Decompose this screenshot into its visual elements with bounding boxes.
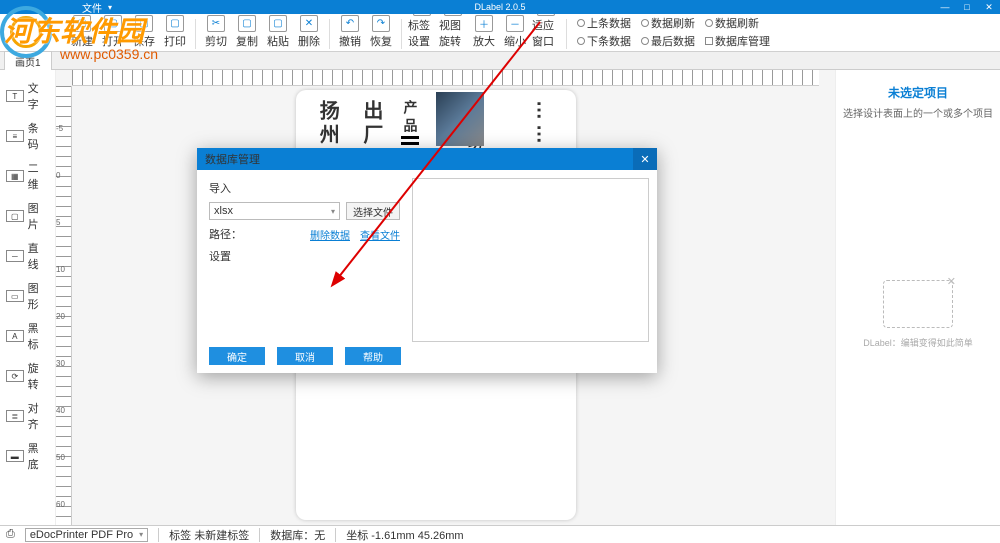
redo-icon: ↷	[372, 15, 390, 32]
open-button[interactable]: ▢打开	[99, 15, 127, 49]
ruler-horizontal	[72, 70, 819, 86]
save-button[interactable]: ▢保存	[130, 15, 158, 49]
window-close[interactable]: ✕	[978, 0, 1000, 14]
barcode-icon: ≡	[6, 130, 24, 142]
tool-image[interactable]: ▢图片	[0, 196, 55, 236]
print-button[interactable]: ▢打印	[161, 15, 189, 49]
delete-data-link[interactable]: 删除数据	[310, 227, 350, 242]
status-db: 数据库：无	[270, 527, 325, 543]
undo-icon: ↶	[341, 15, 359, 32]
toolbar: ▢新建 ▢打开 ▢保存 ▢打印 ✂剪切 ▢复制 ▢粘贴 ✕删除 ↶撤销 ↷恢复 …	[0, 14, 1000, 52]
zoomout-button[interactable]: －缩小	[501, 15, 529, 49]
rotate2-icon: ⟳	[6, 370, 24, 382]
separator	[401, 19, 402, 49]
status-coord: 坐标 -1.61mm 45.26mm	[346, 527, 463, 543]
side-toolbox: T文字 ≡条码 ▦二维 ▢图片 ─直线 ▭图形 A黑标 ⟳旋转 ≣对齐 ▬黑底	[0, 70, 56, 525]
printer-select[interactable]: eDocPrinter PDF Pro	[25, 528, 148, 542]
tool-text[interactable]: T文字	[0, 76, 55, 116]
label-text[interactable]: 产品	[400, 100, 420, 136]
zoomin-icon: ＋	[475, 15, 493, 32]
prev-data[interactable]: 上条数据	[577, 15, 631, 31]
tabstrip: 画页1	[0, 52, 1000, 70]
new-button[interactable]: ▢新建	[68, 15, 96, 49]
tab-page1[interactable]: 画页1	[4, 51, 52, 71]
black-icon: A	[6, 330, 24, 342]
tool-line[interactable]: ─直线	[0, 236, 55, 276]
data-refresh2[interactable]: 数据刷新	[705, 15, 759, 31]
new-icon: ▢	[73, 15, 91, 32]
line-icon: ─	[6, 250, 24, 262]
window-minimize[interactable]: —	[934, 0, 956, 14]
setting-label: 设置	[209, 248, 231, 264]
next-data[interactable]: 下条数据	[577, 33, 631, 49]
data-refresh[interactable]: 数据刷新	[641, 15, 695, 31]
help-button[interactable]: 帮助	[345, 347, 401, 365]
copy-button[interactable]: ▢复制	[233, 15, 261, 49]
path-label: 路径：	[209, 226, 242, 242]
image-icon: ▢	[6, 210, 24, 222]
import-label: 导入	[209, 180, 400, 196]
panel-caption: DLabel：编辑变得如此简单	[863, 336, 973, 349]
fill-icon: ▬	[6, 450, 24, 462]
open-icon: ▢	[104, 15, 122, 32]
tool-align[interactable]: ≣对齐	[0, 396, 55, 436]
panel-illustration	[883, 280, 953, 328]
zoomout-icon: －	[506, 15, 524, 32]
statusbar: ⎙ eDocPrinter PDF Pro 标签 未新建标签 数据库：无 坐标 …	[0, 525, 1000, 543]
align-icon: ≣	[6, 410, 24, 422]
tool-rotate[interactable]: ⟳旋转	[0, 356, 55, 396]
ok-button[interactable]: 确定	[209, 347, 265, 365]
app-title: DLabel 2.0.5	[474, 2, 525, 12]
qrcode-icon: ▦	[6, 170, 24, 182]
cut-button[interactable]: ✂剪切	[202, 15, 230, 49]
file-menu[interactable]: 文件	[68, 0, 126, 14]
rotate-button[interactable]: ⟳视图旋转	[439, 15, 467, 49]
dialog-title: 数据库管理	[205, 151, 260, 167]
printer-icon: ⎙	[6, 528, 15, 541]
paste-button[interactable]: ▢粘贴	[264, 15, 292, 49]
status-tag: 标签 未新建标签	[169, 527, 249, 543]
panel-title: 未选定项目	[888, 84, 948, 101]
db-manager[interactable]: 数据库管理	[705, 33, 770, 49]
text-icon: T	[6, 90, 24, 102]
titlebar: DLabel 2.0.5 — □ ✕	[0, 0, 1000, 14]
save-icon: ▢	[135, 15, 153, 32]
tool-rect[interactable]: ▭图形	[0, 276, 55, 316]
copy-icon: ▢	[238, 15, 256, 32]
undo-button[interactable]: ↶撤销	[336, 15, 364, 49]
redo-button[interactable]: ↷恢复	[367, 15, 395, 49]
fit-button[interactable]: ▣适应窗口	[532, 15, 560, 49]
last-data[interactable]: 最后数据	[641, 33, 695, 49]
dialog-preview	[412, 178, 649, 342]
window-maximize[interactable]: □	[956, 0, 978, 14]
ruler-vertical: -505102030405060	[56, 86, 72, 525]
tool-barcode[interactable]: ≡条码	[0, 116, 55, 156]
separator	[566, 19, 567, 49]
cut-icon: ✂	[207, 15, 225, 32]
choose-file-button[interactable]: 选择文件	[346, 202, 400, 220]
paste-icon: ▢	[269, 15, 287, 32]
type-select[interactable]: xlsx	[209, 202, 340, 220]
separator	[195, 19, 196, 49]
property-panel: 未选定项目 选择设计表面上的一个或多个项目 DLabel：编辑变得如此简单	[835, 70, 1000, 525]
db-manager-dialog: 数据库管理 ✕ 导入 xlsx 选择文件 路径： 删除数据 查看文件 设置 确定…	[197, 148, 657, 373]
view-file-link[interactable]: 查看文件	[360, 227, 400, 242]
labelset-button[interactable]: ⚙标签设置	[408, 15, 436, 49]
dialog-titlebar[interactable]: 数据库管理 ✕	[197, 148, 657, 170]
panel-subtitle: 选择设计表面上的一个或多个项目	[843, 105, 993, 120]
tool-fill[interactable]: ▬黑底	[0, 436, 55, 476]
tool-qrcode[interactable]: ▦二维	[0, 156, 55, 196]
tool-black[interactable]: A黑标	[0, 316, 55, 356]
rect-icon: ▭	[6, 290, 24, 302]
dialog-close-button[interactable]: ✕	[633, 148, 657, 170]
cancel-button[interactable]: 取消	[277, 347, 333, 365]
delete-icon: ✕	[300, 15, 318, 32]
zoomin-button[interactable]: ＋放大	[470, 15, 498, 49]
label-image[interactable]	[436, 92, 484, 146]
delete-button[interactable]: ✕删除	[295, 15, 323, 49]
print-icon: ▢	[166, 15, 184, 32]
separator	[329, 19, 330, 49]
